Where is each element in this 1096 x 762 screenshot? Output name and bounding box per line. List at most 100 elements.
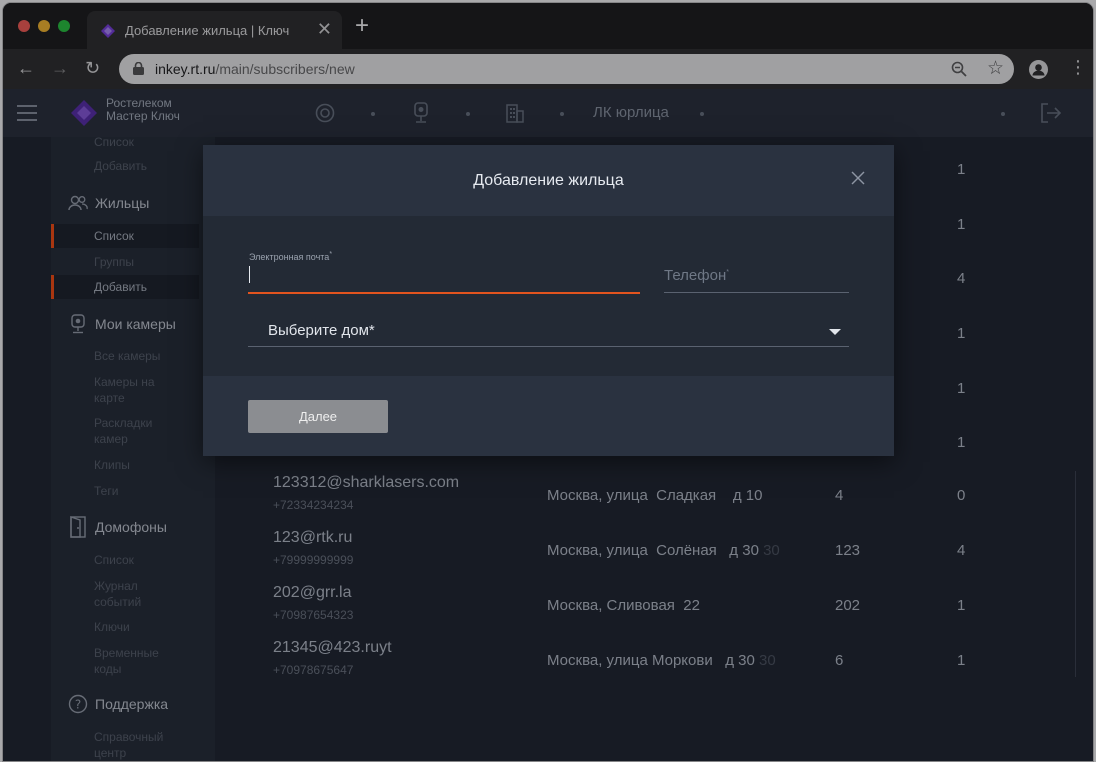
row-email: 123312@sharklasers.com [273,474,460,491]
sidebar-item-intercom-list[interactable]: Список [51,552,199,568]
lk-legal-entity-link[interactable]: ЛК юрлица [593,104,669,121]
row-flat: 123 [835,542,861,559]
phone-placeholder-text: Телефон [664,267,727,284]
table-row[interactable]: 202@grr.la +70987654323 Москва, Сливовая… [235,579,1075,633]
minimize-window-button[interactable] [38,20,50,32]
row-address-text: Москва, улица Сладкая д 10 [547,487,763,504]
sidebar-item-add-top[interactable]: Добавить [51,158,199,174]
camera-icon[interactable] [413,102,429,124]
logo-line-2: Мастер Ключ [106,109,180,123]
maximize-window-button[interactable] [58,20,70,32]
reload-icon[interactable]: ↻ [85,58,100,78]
house-select[interactable]: Выберите дом* [248,312,849,348]
text-cursor [249,266,250,283]
row-address-text: Москва, Сливовая 22 [547,597,700,614]
address-bar[interactable]: inkey.rt.ru/main/subscribers/new ☆ [119,54,1014,84]
sidebar-section-intercoms[interactable]: Домофоны [67,516,167,538]
table-cell-count: 1 [957,216,966,233]
row-address-extra: 30 [754,652,776,669]
sidebar-item-tags[interactable]: Теги [51,483,199,499]
phone-placeholder: Телефон* [664,267,729,284]
row-count: 0 [957,487,966,504]
back-arrow-icon[interactable]: ← [17,58,35,78]
url-host: inkey.rt.ru [155,61,216,77]
row-address: Москва, улица Сладкая д 10 [547,487,762,504]
app-logo-text[interactable]: Ростелеком Мастер Ключ [106,97,180,123]
zoom-out-icon[interactable] [951,61,967,77]
sidebar-section-residents[interactable]: Жильцы [67,192,149,214]
modal-title: Добавление жильца [473,172,624,189]
lifebuoy-icon[interactable] [315,103,335,123]
sidebar-section-support[interactable]: ? Поддержка [67,693,168,715]
row-count: 4 [957,542,966,559]
phone-field[interactable]: Телефон* [664,250,849,296]
header-dot [1001,112,1005,116]
new-tab-button[interactable]: + [355,14,369,38]
sidebar-item-clips[interactable]: Клипы [51,457,199,473]
sidebar-item-cameras-map[interactable]: Камеры на карте [51,374,171,406]
email-label: Электронная почта* [249,251,332,262]
bookmark-star-icon[interactable]: ☆ [987,57,1004,80]
phone-underline [664,292,849,293]
modal-header: Добавление жильца [203,145,894,216]
app-header: Ростелеком Мастер Ключ ЛК юрлица [3,89,1093,137]
sidebar-item-residents-add[interactable]: Добавить [51,275,199,299]
row-email: 21345@423.ruyt [273,639,392,656]
url-path: /main/subscribers/new [215,61,355,77]
people-icon [67,192,89,214]
rostelecom-favicon-icon [101,24,115,38]
house-select-value: Выберите дом* [268,322,375,339]
sidebar-item-temp-codes[interactable]: Временные коды [51,645,171,677]
url-text[interactable]: inkey.rt.ru/main/subscribers/new [155,61,355,77]
forward-arrow-icon[interactable]: → [51,58,69,78]
sidebar-section-cameras[interactable]: Мои камеры [67,313,176,335]
camera-icon [67,313,89,335]
close-window-button[interactable] [18,20,30,32]
required-mark: * [329,251,333,258]
row-flat: 4 [835,487,844,504]
row-phone: +70987654323 [273,608,354,622]
table-row[interactable]: 123@rtk.ru +79999999999 Москва, улица Со… [235,524,1075,578]
sidebar-item-event-log[interactable]: Журнал событий [51,578,171,610]
browser-toolbar: ← → ↻ inkey.rt.ru/main/subscribers/new ☆… [3,49,1093,89]
browser-tab[interactable]: Добавление жильца | Ключ ✕ [87,11,342,49]
header-dot [560,112,564,116]
email-label-text: Электронная почта [249,252,330,262]
sidebar-item-help-center[interactable]: Справочный центр [51,729,171,761]
table-cell-count: 4 [957,270,966,287]
sidebar: Список Добавить Жильцы Список Группы Доб… [51,134,215,761]
close-tab-icon[interactable]: ✕ [317,19,332,39]
next-button[interactable]: Далее [248,400,388,433]
table-right-divider [1075,471,1076,677]
row-phone: +79999999999 [273,553,354,567]
table-row[interactable]: 21345@423.ruyt +70978675647 Москва, улиц… [235,634,1075,688]
modal-footer: Далее [203,376,894,456]
table-cell-count: 1 [957,434,966,451]
sidebar-item-keys[interactable]: Ключи [51,619,199,635]
building-icon[interactable] [505,103,525,123]
email-underline [248,292,640,294]
hamburger-menu-icon[interactable] [17,105,37,121]
row-count: 1 [957,597,966,614]
logout-icon[interactable] [1039,101,1063,125]
sidebar-item-residents-list[interactable]: Список [51,224,199,248]
house-select-underline [248,346,849,347]
sidebar-item-camera-layouts[interactable]: Раскладки камер [51,415,171,447]
row-email: 202@grr.la [273,584,352,601]
tab-title: Добавление жильца | Ключ [125,23,290,38]
sidebar-item-residents-groups[interactable]: Группы [51,254,199,270]
browser-menu-icon[interactable]: ⋮ [1069,57,1087,77]
chevron-down-icon [829,329,841,335]
sidebar-item-list-top[interactable]: Список [51,134,199,150]
email-field[interactable]: Электронная почта* [248,250,640,296]
row-address-text: Москва, улица Солёная д 30 [547,542,759,559]
sidebar-rail [3,137,51,761]
sidebar-item-all-cameras[interactable]: Все камеры [51,348,199,364]
table-cell-count: 1 [957,161,966,178]
close-icon[interactable] [851,171,865,185]
row-address-text: Москва, улица Моркови д 30 [547,652,755,669]
row-address-extra: 30 [758,542,780,559]
sidebar-section-label: Домофоны [95,519,167,535]
table-row[interactable]: 123312@sharklasers.com +72334234234 Моск… [235,469,1075,523]
profile-avatar-icon[interactable] [1029,60,1048,79]
